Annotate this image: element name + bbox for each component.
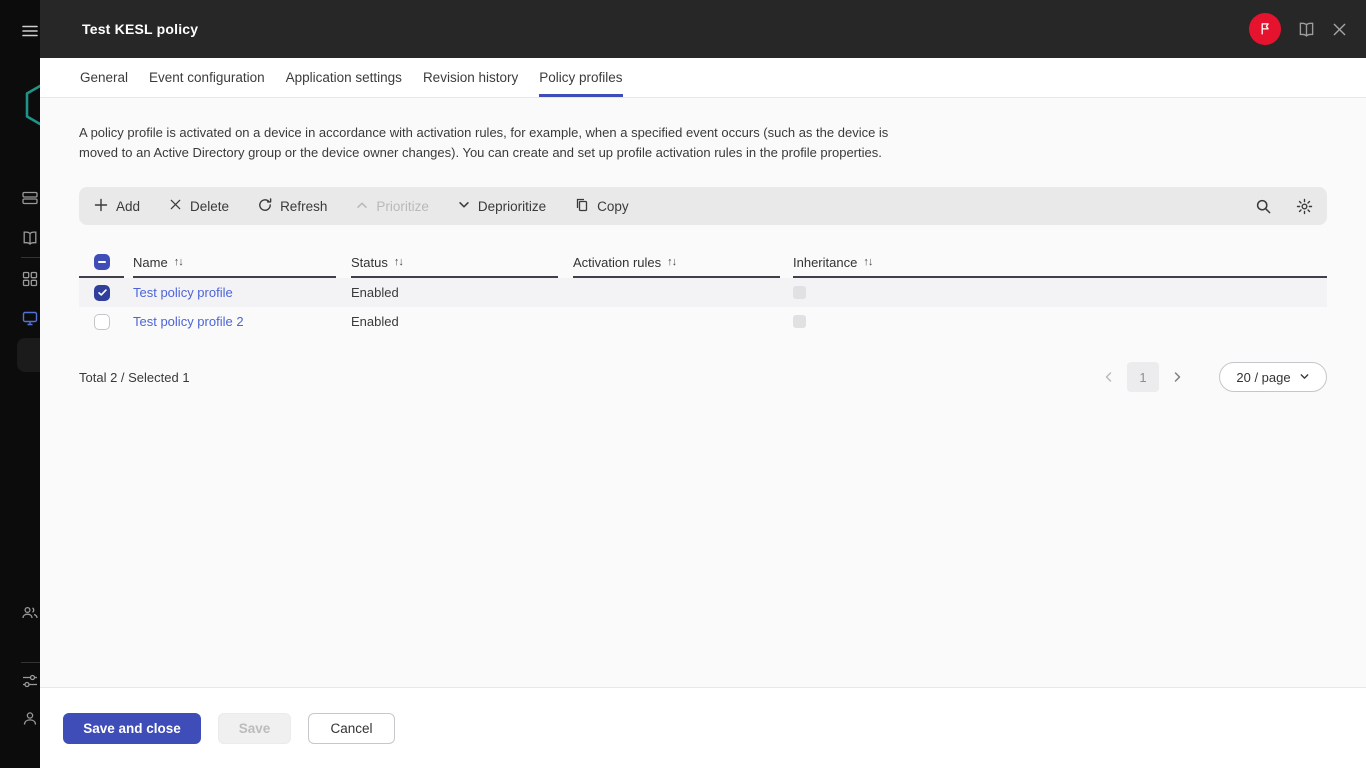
kaspersky-logo [24, 80, 40, 135]
tab-general[interactable]: General [80, 58, 128, 97]
selection-summary: Total 2 / Selected 1 [79, 370, 190, 385]
table-header-row: Name ↑↓ Status ↑↓ Activation rules ↑↓ In… [79, 248, 1327, 278]
profile-link[interactable]: Test policy profile [133, 285, 233, 300]
plus-icon [93, 197, 109, 216]
tab-bar: General Event configuration Application … [40, 58, 1366, 98]
table-row[interactable]: Test policy profile 2 Enabled [79, 307, 1327, 336]
tab-policy-profiles[interactable]: Policy profiles [539, 58, 622, 97]
app-sidebar [0, 0, 40, 768]
sidebar-divider [21, 662, 40, 663]
chevron-down-icon [1299, 370, 1310, 385]
policy-profiles-description: A policy profile is activated on a devic… [79, 123, 1366, 163]
sidebar-active-item[interactable] [17, 338, 40, 372]
menu-icon[interactable] [21, 22, 39, 45]
tab-event-configuration[interactable]: Event configuration [149, 58, 265, 97]
status-cell: Enabled [351, 314, 573, 329]
chevron-down-icon [457, 198, 471, 215]
current-page-button[interactable]: 1 [1127, 362, 1159, 392]
user-icon[interactable] [21, 710, 39, 733]
row-checkbox[interactable] [94, 314, 110, 330]
status-cell: Enabled [351, 285, 573, 300]
delete-button[interactable]: Delete [168, 197, 229, 215]
table-row[interactable]: Test policy profile Enabled [79, 278, 1327, 307]
row-checkbox[interactable] [94, 285, 110, 301]
tab-content: A policy profile is activated on a devic… [40, 98, 1366, 687]
sidebar-divider [21, 257, 40, 258]
prioritize-button[interactable]: Prioritize [355, 198, 429, 215]
gear-icon[interactable] [1296, 198, 1313, 215]
column-header-status[interactable]: Status ↑↓ [351, 248, 558, 278]
map-book-icon[interactable] [21, 229, 39, 252]
sort-arrows-icon[interactable]: ↑↓ [667, 256, 676, 268]
inheritance-checkbox-disabled [793, 286, 806, 299]
add-button[interactable]: Add [93, 197, 140, 216]
users-icon[interactable] [21, 604, 39, 627]
tab-application-settings[interactable]: Application settings [286, 58, 402, 97]
column-header-inheritance[interactable]: Inheritance ↑↓ [793, 248, 1327, 278]
window-titlebar: Test KESL policy [40, 0, 1366, 58]
save-button[interactable]: Save [218, 713, 291, 744]
pagination-bar: Total 2 / Selected 1 1 20 / page [79, 362, 1327, 392]
copy-icon [574, 197, 590, 216]
column-header-name[interactable]: Name ↑↓ [133, 248, 336, 278]
server-icon[interactable] [21, 189, 39, 212]
inheritance-checkbox-disabled [793, 315, 806, 328]
x-icon [168, 197, 183, 215]
select-all-checkbox[interactable] [94, 254, 110, 270]
profiles-toolbar: Add Delete Refresh Prioritize Deprioriti… [79, 187, 1327, 225]
tab-revision-history[interactable]: Revision history [423, 58, 518, 97]
policy-properties-window: Test KESL policy General Event configura… [40, 0, 1366, 768]
book-icon[interactable] [1297, 20, 1316, 39]
sort-arrows-icon[interactable]: ↑↓ [863, 256, 872, 268]
chevron-left-icon[interactable] [1097, 371, 1121, 383]
monitor-icon[interactable] [21, 309, 39, 332]
sort-arrows-icon[interactable]: ↑↓ [394, 256, 403, 268]
flag-badge-icon[interactable] [1249, 13, 1281, 45]
window-title: Test KESL policy [82, 21, 198, 37]
chevron-right-icon[interactable] [1165, 371, 1189, 383]
close-icon[interactable] [1332, 22, 1347, 37]
profile-link[interactable]: Test policy profile 2 [133, 314, 244, 329]
page-size-select[interactable]: 20 / page [1219, 362, 1327, 392]
sort-arrows-icon[interactable]: ↑↓ [174, 256, 183, 268]
refresh-icon [257, 197, 273, 216]
cancel-button[interactable]: Cancel [308, 713, 395, 744]
profiles-table: Name ↑↓ Status ↑↓ Activation rules ↑↓ In… [79, 248, 1327, 336]
chevron-up-icon [355, 198, 369, 215]
window-footer: Save and close Save Cancel [40, 687, 1366, 768]
application-root: Test KESL policy General Event configura… [0, 0, 1366, 768]
column-header-activation-rules[interactable]: Activation rules ↑↓ [573, 248, 780, 278]
copy-button[interactable]: Copy [574, 197, 629, 216]
search-icon[interactable] [1255, 198, 1272, 215]
refresh-button[interactable]: Refresh [257, 197, 327, 216]
sliders-icon[interactable] [21, 672, 39, 695]
grid-icon[interactable] [21, 270, 39, 293]
deprioritize-button[interactable]: Deprioritize [457, 198, 546, 215]
save-and-close-button[interactable]: Save and close [63, 713, 201, 744]
